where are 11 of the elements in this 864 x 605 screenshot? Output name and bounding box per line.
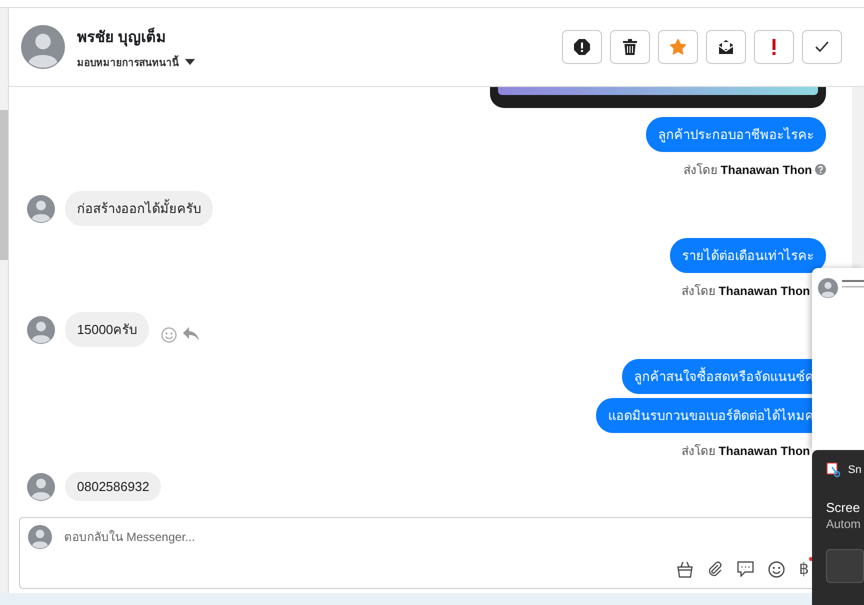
sent-by-label: ส่งโดย Thanawan Thon <box>683 162 812 179</box>
contact-name: พรชัย บุญเต็ม <box>77 26 168 48</box>
notification-title: Scree <box>826 500 861 515</box>
message-bubble: 0802586932 <box>65 472 162 501</box>
message-bubble: ก่อสร้างออกได้มั้ยครับ <box>65 191 213 226</box>
app-name: Sn <box>848 464 862 476</box>
message-bubble: ลูกค้าประกอบอาชีพอะไรคะ <box>646 117 826 152</box>
message-bubble: 15000ครับ <box>65 312 150 347</box>
sent-by-label: ส่งโดย Thanawan Thon <box>681 283 810 300</box>
sent-by-label: ส่งโดย Thanawan Thon <box>681 443 810 460</box>
message-bubble: รายได้ต่อเดือนเท่าไรคะ <box>670 238 826 273</box>
